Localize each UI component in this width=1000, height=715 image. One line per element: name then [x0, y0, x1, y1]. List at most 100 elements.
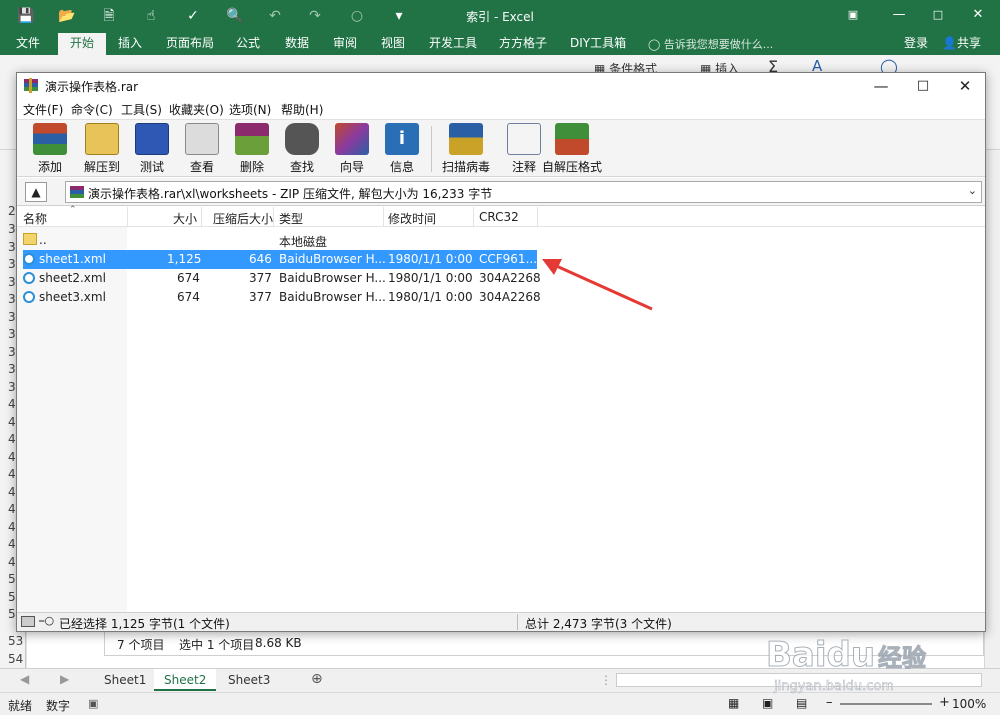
sheet-tab-2[interactable]: Sheet2 — [154, 669, 217, 691]
menu-favorites[interactable]: 收藏夹(O) — [169, 101, 224, 118]
file-type: BaiduBrowser H... — [279, 252, 386, 266]
view-label: 查看 — [189, 160, 214, 174]
scan-virus-button[interactable]: 扫描病毒 — [435, 123, 497, 175]
tab-file[interactable]: 文件 — [16, 35, 40, 55]
col-size[interactable]: 大小 — [173, 210, 197, 227]
tab-fangfang[interactable]: 方方格子 — [499, 35, 547, 55]
share-button[interactable]: 👤共享 — [942, 35, 981, 55]
tab-developer[interactable]: 开发工具 — [429, 35, 477, 55]
view-button[interactable]: 查看 — [175, 123, 229, 175]
winrar-title-bar[interactable]: 演示操作表格.rar — □ ✕ — [17, 73, 985, 99]
address-field[interactable]: 演示操作表格.rar\xl\worksheets - ZIP 压缩文件, 解包大… — [65, 181, 982, 203]
page-layout-view-icon[interactable]: ▣ — [762, 696, 773, 710]
status-total: 总计 2,473 字节(3 个文件) — [525, 617, 672, 631]
list-item-sheet2[interactable]: sheet2.xml 674 377 BaiduBrowser H... 198… — [17, 269, 547, 288]
explorer-size: 8.68 KB — [255, 636, 302, 650]
info-button[interactable]: i 信息 — [375, 123, 429, 175]
menu-help[interactable]: 帮助(H) — [281, 101, 323, 118]
rar-maximize-button[interactable]: □ — [903, 75, 943, 97]
rar-close-button[interactable]: ✕ — [945, 75, 985, 97]
find-label: 查找 — [289, 160, 314, 174]
more-options-icon[interactable]: ⋮ — [600, 673, 612, 687]
file-size: 1,125 — [167, 252, 202, 266]
add-button[interactable]: 添加 — [23, 123, 77, 175]
file-modified: 1980/1/1 0:00 — [388, 290, 473, 304]
login-link[interactable]: 登录 — [904, 35, 928, 55]
col-name[interactable]: 名称 — [23, 210, 47, 227]
xml-file-icon — [23, 291, 35, 303]
sheet-tab-3[interactable]: Sheet3 — [218, 669, 280, 691]
minimize-button[interactable]: — — [889, 6, 909, 24]
winrar-app-icon — [24, 78, 38, 93]
close-button[interactable]: ✕ — [968, 6, 988, 24]
col-modified[interactable]: 修改时间 — [388, 210, 436, 227]
page-break-view-icon[interactable]: ▤ — [796, 696, 807, 710]
xml-file-icon — [23, 253, 35, 265]
toolbar-divider — [431, 126, 432, 172]
extract-to-label: 解压到 — [83, 160, 120, 174]
menu-command[interactable]: 命令(C) — [71, 101, 113, 118]
col-crc[interactable]: CRC32 — [479, 210, 519, 224]
tab-data[interactable]: 数据 — [285, 35, 309, 55]
menu-tools[interactable]: 工具(S) — [121, 101, 162, 118]
wizard-icon — [335, 123, 369, 155]
row-number[interactable]: 53 — [0, 634, 26, 648]
file-name: sheet1.xml — [39, 252, 106, 266]
tab-home[interactable]: 开始 — [58, 33, 107, 55]
ribbon-tabs: 文件 开始 插入 页面布局 公式 数据 审阅 视图 开发工具 方方格子 DIY工… — [0, 31, 1000, 55]
normal-view-icon[interactable]: ▦ — [728, 696, 739, 710]
chevron-down-icon[interactable]: ⌄ — [968, 184, 977, 197]
address-path: 演示操作表格.rar\xl\worksheets - ZIP 压缩文件, 解包大… — [88, 187, 493, 201]
scan-virus-icon — [449, 123, 483, 155]
comment-notepad-icon — [507, 123, 541, 155]
sheet-tab-1[interactable]: Sheet1 — [94, 669, 156, 691]
tab-formulas[interactable]: 公式 — [236, 35, 260, 55]
up-folder-button[interactable]: ▲ — [25, 182, 47, 202]
vertical-scrollbar[interactable] — [984, 150, 1000, 670]
menu-options[interactable]: 选项(N) — [229, 101, 271, 118]
list-item-sheet1[interactable]: sheet1.xml 1,125 646 BaiduBrowser H... 1… — [17, 250, 547, 269]
tab-view[interactable]: 视图 — [381, 35, 405, 55]
tab-page-layout[interactable]: 页面布局 — [166, 35, 214, 55]
tab-diy[interactable]: DIY工具箱 — [570, 35, 626, 55]
file-type: 本地磁盘 — [279, 235, 328, 249]
explorer-selected: 选中 1 个项目 — [179, 638, 255, 652]
col-packed[interactable]: 压缩后大小 — [213, 210, 273, 227]
tell-me-box[interactable]: ◯ 告诉我您想要做什么... — [648, 36, 773, 52]
file-crc: 304A2268 — [479, 271, 541, 285]
zoom-level[interactable]: 100% — [952, 697, 986, 711]
status-mode: 数字 — [46, 699, 71, 713]
delete-label: 删除 — [239, 160, 264, 174]
add-sheet-icon[interactable]: ⊕ — [311, 671, 323, 687]
test-button[interactable]: 测试 — [125, 123, 179, 175]
ribbon-display-icon[interactable]: ▣ — [843, 6, 863, 24]
file-size: 674 — [177, 290, 200, 304]
row-number[interactable]: 54 — [0, 652, 26, 666]
list-item-parent[interactable]: .. 本地磁盘 — [17, 231, 547, 250]
file-type: BaiduBrowser H... — [279, 271, 386, 285]
file-list[interactable]: 名称 ⌃ 大小 压缩后大小 类型 修改时间 CRC32 .. 本地磁盘 shee… — [17, 205, 985, 612]
drive-icon — [21, 616, 35, 627]
rar-minimize-button[interactable]: — — [861, 75, 901, 97]
list-item-sheet3[interactable]: sheet3.xml 674 377 BaiduBrowser H... 198… — [17, 288, 547, 307]
find-button[interactable]: 查找 — [275, 123, 329, 175]
list-header: 名称 ⌃ 大小 压缩后大小 类型 修改时间 CRC32 — [17, 205, 985, 227]
delete-recycle-icon — [235, 123, 269, 155]
delete-button[interactable]: 删除 — [225, 123, 279, 175]
tab-insert[interactable]: 插入 — [118, 35, 142, 55]
menu-file[interactable]: 文件(F) — [23, 101, 63, 118]
wizard-button[interactable]: 向导 — [325, 123, 379, 175]
macro-record-icon[interactable]: ▣ — [88, 697, 98, 710]
scroll-left-icon[interactable]: ◀ — [20, 672, 29, 686]
zoom-slider[interactable] — [840, 703, 932, 705]
extract-to-button[interactable]: 解压到 — [75, 123, 129, 175]
file-name: sheet2.xml — [39, 271, 106, 285]
scroll-right-icon[interactable]: ▶ — [60, 672, 69, 686]
tab-review[interactable]: 审阅 — [333, 35, 357, 55]
sfx-button[interactable]: 自解压格式 — [539, 123, 605, 175]
file-packed: 377 — [249, 271, 272, 285]
svg-text:jingyan.baidu.com: jingyan.baidu.com — [773, 679, 894, 694]
maximize-button[interactable]: □ — [928, 6, 948, 24]
col-type[interactable]: 类型 — [279, 210, 303, 227]
file-crc: CCF961... — [479, 252, 538, 266]
